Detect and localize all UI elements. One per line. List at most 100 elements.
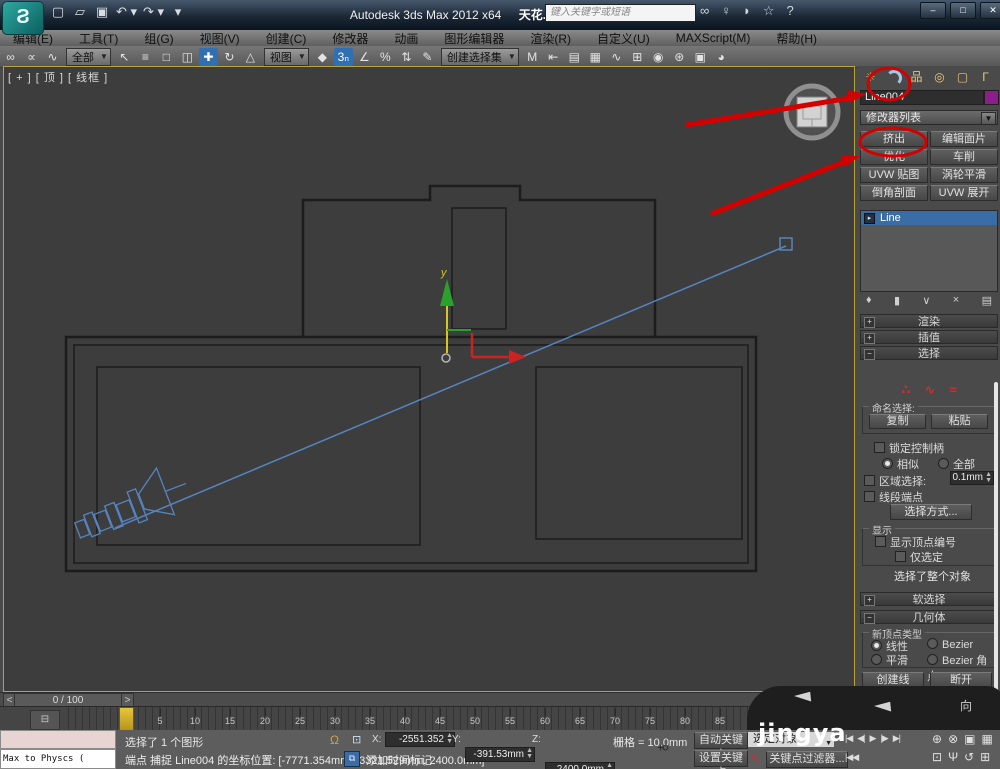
undo-icon[interactable]: ↶ ▾	[116, 4, 137, 20]
chevron-down-icon[interactable]: ▼	[508, 52, 516, 61]
select-and-manipulate-icon[interactable]: ◆	[313, 48, 332, 66]
show-vertex-numbers-checkbox[interactable]: 显示顶点编号	[875, 534, 956, 550]
remove-modifier-icon[interactable]: ×	[953, 294, 959, 307]
make-unique-icon[interactable]: ∨	[922, 294, 930, 307]
graphite-ribbon-icon[interactable]: ▦	[586, 48, 605, 66]
goto-start-icon[interactable]: |◀◀	[845, 752, 858, 763]
tab-hierarchy[interactable]: 品	[907, 68, 926, 86]
select-by-name-icon[interactable]: ≡	[136, 48, 155, 66]
object-color-swatch[interactable]	[984, 90, 999, 105]
window-crossing-icon[interactable]: ◫	[178, 48, 197, 66]
checkbox-icon[interactable]	[864, 491, 875, 502]
zoom-extents-all-icon[interactable]: ▦	[981, 732, 992, 746]
viewport-menu-plus[interactable]: [ + ]	[8, 72, 32, 84]
redo-icon[interactable]: ↷ ▾	[143, 4, 164, 20]
checkbox-icon[interactable]	[874, 442, 885, 453]
play-animation-icon[interactable]: ▶	[870, 733, 876, 744]
goto-end-icon[interactable]: ▶|	[893, 733, 900, 744]
maximize-button[interactable]: □	[950, 2, 976, 19]
key-filters-button[interactable]: 关键点过滤器...	[766, 751, 848, 768]
selection-lock-icon[interactable]: Ω	[330, 733, 339, 747]
reference-coordinate-dropdown[interactable]: 视图▼	[264, 48, 309, 66]
segment-end-checkbox[interactable]: 线段端点	[864, 489, 923, 505]
pin-stack-icon[interactable]: ♦	[866, 294, 872, 307]
tab-display[interactable]: ▢	[953, 68, 972, 86]
panel-scrollbar[interactable]	[994, 382, 998, 712]
bezier-radio[interactable]: Bezier	[927, 638, 973, 651]
all-radio[interactable]: 全部	[938, 456, 975, 472]
menu-item-[interactable]: 图形编辑器	[431, 30, 517, 47]
tab-motion[interactable]: ◎	[930, 68, 949, 86]
menu-item-u[interactable]: 自定义(U)	[584, 30, 663, 47]
viewport-label[interactable]: [ + ] [ 顶 ] [ 线框 ]	[8, 69, 108, 85]
menu-item-v[interactable]: 视图(V)	[187, 30, 253, 47]
app-logo[interactable]: Ϩ	[2, 1, 44, 35]
auto-key-button[interactable]: 自动关键点	[694, 732, 748, 749]
search-community-icon[interactable]: ∞	[700, 3, 709, 19]
rollout-soft-selection[interactable]: +软选择	[860, 592, 998, 606]
spinner-arrows-icon[interactable]: ▲▼	[985, 472, 992, 484]
field-of-view-icon[interactable]: ⊡	[932, 750, 942, 764]
open-file-icon[interactable]: ▱	[72, 4, 88, 20]
close-button[interactable]: ✕	[980, 2, 1000, 19]
unlink-selection-icon[interactable]: ∝	[22, 48, 41, 66]
zoom-all-icon[interactable]: ⊗	[948, 732, 958, 746]
snap-toggle-3d-icon[interactable]: 3ₙ	[334, 48, 353, 66]
new-file-icon[interactable]: ▢	[50, 4, 66, 20]
rollout-render[interactable]: +渲染	[860, 314, 998, 328]
area-threshold-spinner[interactable]: 0.1mm▲▼	[950, 471, 994, 485]
menu-item-r[interactable]: 渲染(R)	[517, 30, 584, 47]
tab-utilities[interactable]: Γ	[976, 68, 995, 86]
chevron-down-icon[interactable]: ▼	[298, 52, 306, 61]
time-slider-handle[interactable]	[119, 707, 134, 731]
curve-editor-icon[interactable]: ∿	[607, 48, 626, 66]
orbit-icon[interactable]: ↺	[964, 750, 974, 764]
select-and-scale-icon[interactable]: △	[241, 48, 260, 66]
lock-handles-checkbox[interactable]: 锁定控制柄	[874, 440, 944, 456]
bind-to-space-warp-icon[interactable]: ∿	[43, 48, 62, 66]
favorites-star-icon[interactable]: ☆	[763, 3, 775, 19]
schematic-view-icon[interactable]: ⊞	[628, 48, 647, 66]
menu-item-maxscriptm[interactable]: MAXScript(M)	[663, 31, 764, 45]
area-selection-checkbox[interactable]: 区域选择:	[864, 473, 926, 489]
menu-item-[interactable]: 修改器	[319, 30, 381, 47]
spinner-snap-icon[interactable]: ⇅	[397, 48, 416, 66]
radio-icon[interactable]	[871, 654, 882, 665]
y-coordinate-field[interactable]: -391.53mm▲▼	[465, 747, 535, 762]
rollout-selection[interactable]: −选择	[860, 346, 998, 360]
absolute-mode-icon[interactable]: ⊡	[352, 733, 361, 746]
align-icon[interactable]: ⇤	[544, 48, 563, 66]
menu-item-c[interactable]: 创建(C)	[253, 30, 320, 47]
show-end-result-icon[interactable]: ▮	[894, 294, 900, 307]
selected-only-checkbox[interactable]: 仅选定	[895, 549, 943, 565]
spinner-arrows-icon[interactable]: ▲▼	[606, 763, 613, 769]
menu-item-h[interactable]: 帮助(H)	[763, 30, 830, 47]
object-name-field[interactable]: Line004	[860, 90, 984, 105]
set-key-button[interactable]: 设置关键点	[694, 750, 748, 767]
infocenter-search-input[interactable]: 键入关键字或短语	[545, 4, 696, 22]
next-frame-icon[interactable]: |▶	[880, 733, 887, 744]
render-setup-icon[interactable]: ⊛	[670, 48, 689, 66]
radio-icon[interactable]	[938, 458, 949, 469]
expand-icon[interactable]: ▸	[864, 213, 875, 224]
checkbox-icon[interactable]	[875, 536, 886, 547]
tab-create[interactable]: ☀	[861, 68, 880, 86]
rollout-geometry[interactable]: −几何体	[860, 610, 998, 624]
rendered-frame-icon[interactable]: ▣	[691, 48, 710, 66]
chevron-down-icon[interactable]: ▼	[100, 52, 108, 61]
add-time-tag[interactable]: 添加时间标记	[366, 752, 432, 768]
communication-center-icon[interactable]: ◗	[743, 3, 751, 19]
open-mini-curve-editor-icon[interactable]: ⊟	[30, 710, 60, 730]
modifier-button-车削[interactable]: 车削	[930, 149, 998, 165]
spline-subobject-icon[interactable]: ≈	[949, 382, 956, 398]
selection-region-icon[interactable]: □	[157, 48, 176, 66]
modifier-list-dropdown[interactable]: 修改器列表 ▼	[860, 110, 998, 125]
infocenter-help-icon[interactable]: ?	[787, 3, 794, 19]
viewport-view-name[interactable]: [ 顶 ]	[36, 72, 64, 84]
add-time-tag-icon[interactable]: ⧉	[344, 751, 360, 767]
keyboard-override-icon[interactable]: ✎	[418, 48, 437, 66]
x-coordinate-field[interactable]: -2551.352▲▼	[385, 732, 455, 747]
zoom-extents-icon[interactable]: ▣	[964, 732, 975, 746]
modifier-button-优化[interactable]: 优化	[860, 149, 928, 165]
modifier-button-编辑面片[interactable]: 编辑面片	[930, 131, 998, 147]
